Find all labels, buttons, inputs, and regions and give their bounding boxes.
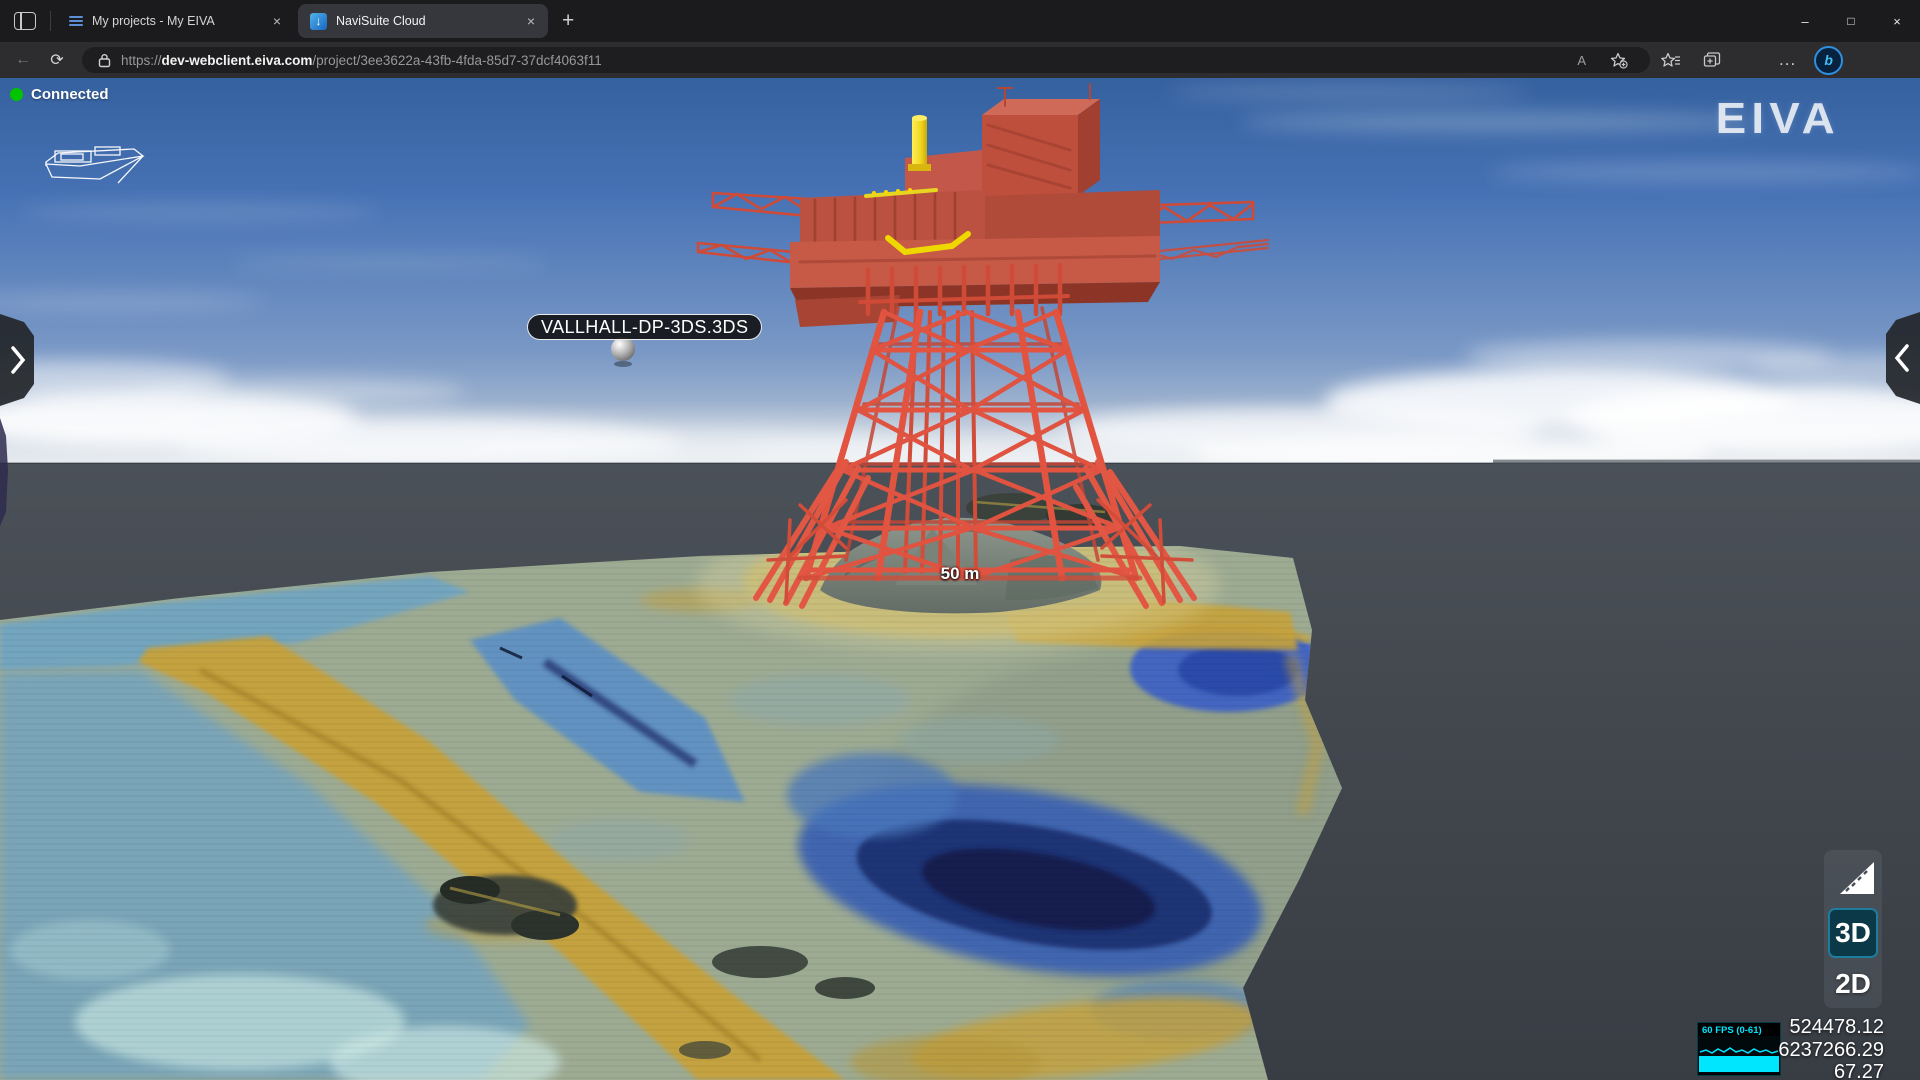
- tab-my-projects[interactable]: My projects - My EIVA ×: [57, 4, 294, 38]
- window-controls: – □ ×: [1782, 0, 1920, 42]
- coordinate-northing: 6237266.29: [1778, 1039, 1884, 1062]
- read-aloud-icon[interactable]: A: [1577, 53, 1586, 68]
- maximize-button[interactable]: □: [1828, 0, 1874, 42]
- left-panel-toggle[interactable]: [0, 312, 36, 408]
- refresh-button[interactable]: ⟳: [40, 50, 74, 70]
- tab-actions-icon[interactable]: [14, 12, 36, 30]
- my-eiva-favicon: [69, 16, 83, 27]
- bing-chat-icon[interactable]: b: [1814, 46, 1843, 75]
- url-scheme: https://: [121, 53, 162, 68]
- navigation-bar: ← ⟳ https://dev-webclient.eiva.com/proje…: [0, 42, 1920, 78]
- url-text: https://dev-webclient.eiva.com/project/3…: [121, 53, 1565, 68]
- minimize-button[interactable]: –: [1782, 0, 1828, 42]
- coordinate-depth: 67.27: [1778, 1061, 1884, 1080]
- status-label: Connected: [31, 86, 109, 103]
- eiva-logo: EIVA: [1716, 94, 1840, 144]
- connection-status: Connected: [10, 86, 109, 103]
- coordinates-readout: 524478.12 6237266.29 67.27: [1778, 1016, 1884, 1080]
- url-host: dev-webclient.eiva.com: [162, 53, 313, 68]
- new-tab-button[interactable]: +: [562, 9, 574, 33]
- 3d-viewport[interactable]: Connected EIVA VALLHALL-DP-3DS.3DS 50 m: [0, 78, 1920, 1080]
- measure-slope-icon[interactable]: [1838, 860, 1876, 896]
- fps-label: 60 FPS (0-61): [1698, 1023, 1780, 1036]
- back-button[interactable]: ←: [6, 51, 40, 69]
- close-window-button[interactable]: ×: [1874, 0, 1920, 42]
- mode-3d-button[interactable]: 3D: [1828, 908, 1878, 958]
- tab-bar: My projects - My EIVA × ↓ NaviSuite Clou…: [0, 0, 1920, 42]
- mode-2d-button[interactable]: 2D: [1828, 962, 1878, 1006]
- coordinate-easting: 524478.12: [1778, 1016, 1884, 1039]
- settings-menu-icon[interactable]: ...: [1779, 50, 1796, 70]
- tab-label: NaviSuite Cloud: [336, 14, 426, 28]
- add-favorite-icon[interactable]: [1610, 52, 1628, 69]
- tab-navisuite-cloud[interactable]: ↓ NaviSuite Cloud ×: [298, 4, 548, 38]
- navisuite-favicon: ↓: [310, 13, 327, 30]
- status-dot-icon: [10, 88, 23, 101]
- collections-icon[interactable]: [1703, 51, 1722, 69]
- flare-stack: [912, 118, 927, 166]
- tab-label: My projects - My EIVA: [92, 14, 215, 28]
- lock-icon: [98, 53, 111, 68]
- scale-label: 50 m: [928, 564, 992, 584]
- url-path: /project/3ee3622a-43fb-4fda-85d7-37dcf40…: [312, 53, 601, 68]
- tab-close-icon[interactable]: ×: [270, 13, 284, 29]
- model-label[interactable]: VALLHALL-DP-3DS.3DS: [527, 314, 762, 340]
- browser-window: My projects - My EIVA × ↓ NaviSuite Clou…: [0, 0, 1920, 1080]
- tab-separator: [50, 11, 51, 31]
- fps-graph: [1698, 1036, 1780, 1074]
- fps-widget: 60 FPS (0-61): [1697, 1022, 1781, 1076]
- vessel-wireframe-icon: [38, 136, 153, 192]
- tab-close-icon[interactable]: ×: [524, 13, 538, 29]
- favorites-icon[interactable]: [1661, 52, 1681, 69]
- right-panel-toggle[interactable]: [1884, 310, 1920, 406]
- address-bar[interactable]: https://dev-webclient.eiva.com/project/3…: [82, 47, 1650, 73]
